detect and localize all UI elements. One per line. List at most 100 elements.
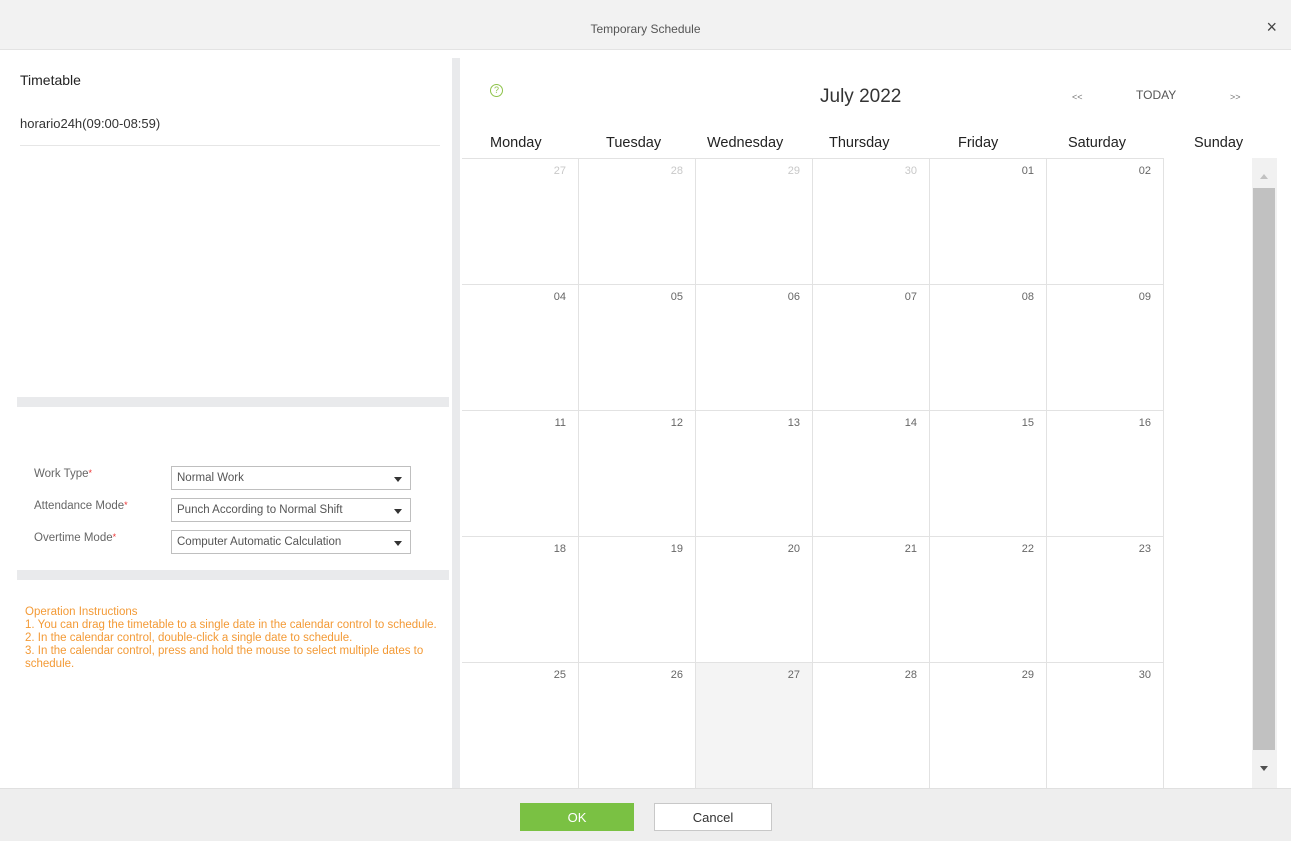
calendar-day-number: 30	[904, 165, 917, 177]
dialog-footer: OK Cancel	[0, 788, 1291, 841]
instruction-line: 1. You can drag the timetable to a singl…	[25, 619, 437, 631]
calendar-day-cell[interactable]: 21	[813, 536, 930, 662]
calendar-day-number: 12	[670, 417, 683, 429]
weekday-header: Wednesday	[707, 135, 784, 151]
calendar-day-cell[interactable]: 18	[462, 536, 579, 662]
calendar-day-cell[interactable]: 28	[579, 158, 696, 284]
calendar-day-cell[interactable]: 13	[696, 410, 813, 536]
calendar-day-number: 01	[1021, 165, 1034, 177]
left-panel: Timetable horario24h(09:00-08:59)	[0, 50, 452, 788]
weekday-header: Saturday	[1068, 135, 1127, 151]
calendar-day-cell[interactable]: 27	[462, 158, 579, 284]
calendar-day-number: 15	[1021, 417, 1034, 429]
calendar-day-number: 20	[787, 543, 800, 555]
month-label: July 2022	[820, 86, 902, 107]
panel-divider	[452, 58, 460, 788]
weekday-header: Friday	[958, 135, 999, 151]
calendar-day-cell[interactable]: 11	[462, 410, 579, 536]
calendar-day-cell[interactable]: 29	[930, 662, 1047, 788]
calendar-day-number: 22	[1021, 543, 1034, 555]
calendar-day-cell[interactable]: 16	[1047, 410, 1164, 536]
scroll-up-icon[interactable]	[1260, 174, 1268, 179]
calendar-day-cell[interactable]: 22	[930, 536, 1047, 662]
instruction-line: 2. In the calendar control, double-click…	[25, 632, 353, 644]
calendar-day-number: 26	[670, 669, 683, 681]
weekday-header: Monday	[490, 135, 542, 151]
calendar-day-cell[interactable]: 30	[1047, 662, 1164, 788]
calendar-day-number: 16	[1138, 417, 1151, 429]
calendar-day-cell[interactable]: 01	[930, 158, 1047, 284]
calendar-day-number: 05	[670, 291, 683, 303]
today-button[interactable]: TODAY	[1136, 88, 1176, 102]
dialog-title: Temporary Schedule	[590, 22, 701, 36]
calendar-day-cell[interactable]: 27	[696, 662, 813, 788]
calendar-day-cell[interactable]: 08	[930, 284, 1047, 410]
chevron-down-icon	[394, 509, 402, 514]
calendar-day-cell[interactable]: 15	[930, 410, 1047, 536]
timetable-title: Timetable	[20, 72, 81, 88]
calendar-day-number: 19	[670, 543, 683, 555]
instruction-line: 3. In the calendar control, press and ho…	[25, 645, 424, 670]
calendar-day-cell[interactable]: 29	[696, 158, 813, 284]
attendance-mode-label: Attendance Mode*	[34, 500, 128, 512]
attendance-mode-value: Punch According to Normal Shift	[177, 504, 343, 516]
weekday-header: Thursday	[829, 135, 890, 151]
section-divider	[17, 570, 449, 580]
overtime-mode-label: Overtime Mode*	[34, 532, 117, 544]
prev-month-button[interactable]: <<	[1072, 92, 1083, 102]
operation-instructions: Operation Instructions 1. You can drag t…	[25, 606, 445, 671]
section-divider	[17, 397, 449, 407]
calendar-day-number: 29	[1021, 669, 1034, 681]
calendar-day-cell[interactable]: 25	[462, 662, 579, 788]
chevron-down-icon	[394, 477, 402, 482]
overtime-mode-select[interactable]: Computer Automatic Calculation	[171, 530, 411, 554]
scrollbar-thumb[interactable]	[1253, 188, 1275, 750]
calendar-day-cell[interactable]: 06	[696, 284, 813, 410]
weekday-header: Tuesday	[606, 135, 662, 151]
calendar-day-number: 27	[553, 165, 566, 177]
calendar-day-number: 07	[904, 291, 917, 303]
help-circle-icon[interactable]: ?	[490, 84, 503, 97]
calendar-day-cell[interactable]: 30	[813, 158, 930, 284]
calendar-day-number: 21	[904, 543, 917, 555]
calendar-day-number: 08	[1021, 291, 1034, 303]
calendar-day-number: 25	[553, 669, 566, 681]
next-month-button[interactable]: >>	[1230, 92, 1241, 102]
calendar-day-cell[interactable]: 14	[813, 410, 930, 536]
cancel-button[interactable]: Cancel	[654, 803, 772, 831]
calendar-day-number: 23	[1138, 543, 1151, 555]
calendar-day-number: 27	[787, 669, 800, 681]
work-type-select[interactable]: Normal Work	[171, 466, 411, 490]
instructions-heading: Operation Instructions	[25, 606, 138, 618]
weekday-header: Sunday	[1194, 135, 1244, 151]
attendance-mode-select[interactable]: Punch According to Normal Shift	[171, 498, 411, 522]
calendar-day-number: 14	[904, 417, 917, 429]
calendar-day-cell[interactable]: 02	[1047, 158, 1164, 284]
work-type-value: Normal Work	[177, 472, 244, 484]
calendar-grid: 27 28 29 30 01 02 04 05 06 07 08 09 11 12 13 14 15 16 18 19…	[462, 158, 1249, 788]
calendar-day-cell[interactable]: 05	[579, 284, 696, 410]
calendar-day-cell[interactable]: 26	[579, 662, 696, 788]
calendar-day-cell[interactable]: 12	[579, 410, 696, 536]
calendar-day-number: 18	[553, 543, 566, 555]
scroll-down-icon[interactable]	[1260, 766, 1268, 771]
calendar-day-cell[interactable]: 19	[579, 536, 696, 662]
ok-button[interactable]: OK	[520, 803, 634, 831]
calendar-day-cell[interactable]: 09	[1047, 284, 1164, 410]
calendar-day-cell[interactable]: 07	[813, 284, 930, 410]
calendar-day-number: 13	[787, 417, 800, 429]
calendar-day-cell[interactable]: 20	[696, 536, 813, 662]
calendar-day-number: 11	[554, 417, 566, 429]
work-type-label: Work Type*	[34, 468, 93, 480]
dialog-titlebar: Temporary Schedule ×	[0, 0, 1291, 50]
calendar-day-number: 28	[904, 669, 917, 681]
calendar-day-number: 06	[787, 291, 800, 303]
close-icon[interactable]: ×	[1266, 18, 1277, 36]
calendar-scrollbar[interactable]	[1252, 158, 1277, 788]
calendar-day-cell[interactable]: 04	[462, 284, 579, 410]
calendar-day-number: 02	[1138, 165, 1151, 177]
calendar-day-cell[interactable]: 28	[813, 662, 930, 788]
calendar-day-number: 04	[553, 291, 566, 303]
calendar-day-cell[interactable]: 23	[1047, 536, 1164, 662]
timetable-item[interactable]: horario24h(09:00-08:59)	[20, 116, 440, 146]
